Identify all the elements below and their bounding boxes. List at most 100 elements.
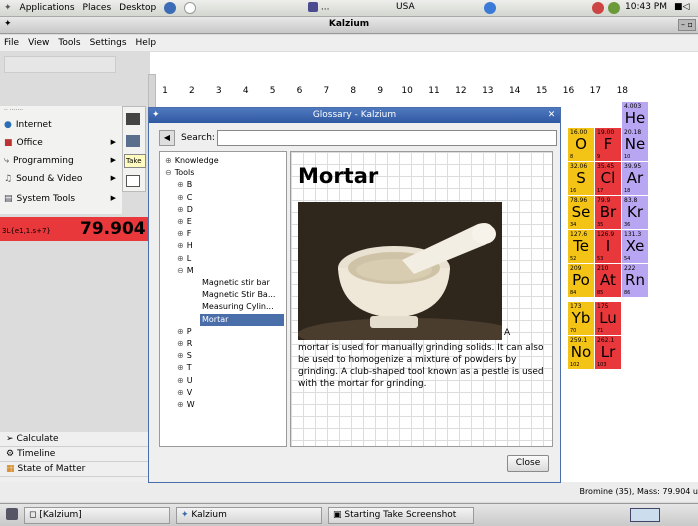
expand-icon[interactable]: ⊕ <box>177 327 184 336</box>
element-o[interactable]: 16.00 O 8 <box>568 128 594 161</box>
tree-node[interactable]: ⊕ E <box>175 216 284 228</box>
help-icon[interactable] <box>160 2 180 14</box>
element-te[interactable]: 127.6 Te 52 <box>568 230 594 263</box>
tree-node[interactable]: ⊕ F <box>175 228 284 240</box>
tab-calculate[interactable]: ➢ Calculate <box>0 432 152 447</box>
element-kr[interactable]: 83.8 Kr 36 <box>622 196 648 229</box>
collapse-icon[interactable]: ⊖ <box>177 266 184 275</box>
update-icon[interactable] <box>484 2 496 14</box>
clock[interactable]: 10:43 PM <box>625 2 667 12</box>
tab-timeline[interactable]: ⚙ Timeline <box>0 447 152 462</box>
menu-item-office[interactable]: ■ Office ▶ <box>4 134 120 152</box>
menu-item-system-tools[interactable]: ▤ System Tools ▶ <box>4 190 120 208</box>
expand-icon[interactable]: ⊕ <box>177 229 184 238</box>
element-number: 53 <box>597 256 604 262</box>
element-br[interactable]: 79.9 Br 35 <box>595 196 621 229</box>
menu-places[interactable]: Places <box>79 3 116 13</box>
menu-desktop[interactable]: Desktop <box>115 3 160 13</box>
menu-item-internet[interactable]: ● Internet <box>4 116 120 134</box>
network-icon[interactable] <box>592 2 604 14</box>
element-lu[interactable]: 175 Lu 71 <box>595 302 621 335</box>
tree-node[interactable]: ⊖ Tools <box>163 167 284 179</box>
gnome-foot-icon[interactable]: ✦ <box>0 3 16 13</box>
user-icon[interactable] <box>608 2 620 14</box>
expand-icon[interactable]: ⊕ <box>165 156 172 165</box>
tree-node[interactable]: ⊕ P <box>175 326 284 338</box>
show-desktop-icon[interactable] <box>6 508 18 520</box>
top-panel: ✦ Applications Places Desktop ... USA 10… <box>0 0 698 17</box>
element-i[interactable]: 126.9 I 53 <box>595 230 621 263</box>
close-button[interactable]: Close <box>507 455 549 472</box>
selected-element-strip: 3L{e1,1.s+7} 79.904 <box>0 217 150 241</box>
screenshot-icon[interactable] <box>180 2 200 14</box>
element-xe[interactable]: 131.3 Xe 54 <box>622 230 648 263</box>
expand-icon[interactable]: ⊕ <box>177 363 184 372</box>
element-rn[interactable]: 222 Rn 86 <box>622 264 648 297</box>
tree-node[interactable]: ⊕ D <box>175 204 284 216</box>
element-po[interactable]: 209 Po 84 <box>568 264 594 297</box>
element-ne[interactable]: 20.18 Ne 10 <box>622 128 648 161</box>
tree-entry[interactable]: Magnetic stir bar <box>200 277 284 289</box>
element-se[interactable]: 78.96 Se 34 <box>568 196 594 229</box>
element-symbol: Yb <box>571 309 591 327</box>
menu-applications[interactable]: Applications <box>16 3 79 13</box>
expand-icon[interactable]: ⊕ <box>177 254 184 263</box>
element-symbol: Kr <box>626 203 643 221</box>
task-kalzium-bracket[interactable]: ◻ [Kalzium] <box>24 507 170 524</box>
menu-item-programming[interactable]: ⤷ Programming ▶ <box>4 152 120 170</box>
element-cl[interactable]: 35.45 Cl 17 <box>595 162 621 195</box>
element-lr[interactable]: 262.1 Lr 103 <box>595 336 621 369</box>
expand-icon[interactable]: ⊕ <box>177 388 184 397</box>
tree-node[interactable]: ⊕ T <box>175 362 284 374</box>
menu-view[interactable]: View <box>28 38 49 48</box>
expand-icon[interactable]: ⊕ <box>177 205 184 214</box>
window-controls[interactable]: – ▫ <box>678 19 696 31</box>
element-symbol: At <box>600 271 616 289</box>
window-list-button[interactable]: ... <box>308 2 329 13</box>
element-f[interactable]: 19.00 F 9 <box>595 128 621 161</box>
weather-location[interactable]: USA <box>396 2 415 12</box>
menu-tools[interactable]: Tools <box>58 38 80 48</box>
tree-node[interactable]: ⊕ H <box>175 240 284 252</box>
expand-icon[interactable]: ⊕ <box>177 241 184 250</box>
task-take-screenshot[interactable]: ▣ Starting Take Screenshot <box>328 507 474 524</box>
expand-icon[interactable]: ⊕ <box>177 180 184 189</box>
tree-node[interactable]: ⊕ B <box>175 179 284 191</box>
element-no[interactable]: 259.1 No 102 <box>568 336 594 369</box>
menu-item-graphics-partial[interactable]: ·· ······· <box>4 106 120 114</box>
tree-node[interactable]: ⊕ C <box>175 192 284 204</box>
expand-icon[interactable]: ⊕ <box>177 351 184 360</box>
element-yb[interactable]: 173 Yb 70 <box>568 302 594 335</box>
tab-state-of-matter[interactable]: ▦ State of Matter <box>0 462 152 477</box>
element-at[interactable]: 210 At 85 <box>595 264 621 297</box>
clear-search-icon[interactable]: ◀ <box>159 130 175 146</box>
tree-entry[interactable]: Measuring Cylin... <box>200 301 284 313</box>
tree-entry[interactable]: Magnetic Stir Ba... <box>200 289 284 301</box>
menu-item-sound-video[interactable]: ♫ Sound & Video ▶ <box>4 170 120 188</box>
expand-icon[interactable]: ⊕ <box>177 376 184 385</box>
workspace-switcher[interactable] <box>630 508 660 522</box>
expand-icon[interactable]: ⊕ <box>177 193 184 202</box>
tree-node[interactable]: ⊕ V <box>175 387 284 399</box>
tree-node[interactable]: ⊖ M <box>175 265 284 277</box>
tree-entry[interactable]: Mortar <box>200 313 284 326</box>
menu-help[interactable]: Help <box>136 38 157 48</box>
tree-node[interactable]: ⊕ U <box>175 375 284 387</box>
tree-node[interactable]: ⊕ Knowledge <box>163 155 284 167</box>
menu-settings[interactable]: Settings <box>90 38 127 48</box>
expand-icon[interactable]: ⊕ <box>177 339 184 348</box>
search-input[interactable] <box>217 130 557 146</box>
expand-icon[interactable]: ⊕ <box>177 217 184 226</box>
element-ar[interactable]: 39.95 Ar 18 <box>622 162 648 195</box>
tree-node[interactable]: ⊕ L <box>175 253 284 265</box>
menu-file[interactable]: File <box>4 38 19 48</box>
tree-node[interactable]: ⊕ S <box>175 350 284 362</box>
volume-icon[interactable]: ■◁ <box>674 2 689 12</box>
tree-node[interactable]: ⊕ R <box>175 338 284 350</box>
tree-node[interactable]: ⊕ W <box>175 399 284 411</box>
close-icon[interactable]: ✕ <box>546 110 557 121</box>
expand-icon[interactable]: ⊕ <box>177 400 184 409</box>
task-kalzium[interactable]: ✦ Kalzium <box>176 507 322 524</box>
element-s[interactable]: 32.06 S 16 <box>568 162 594 195</box>
collapse-icon[interactable]: ⊖ <box>165 168 172 177</box>
